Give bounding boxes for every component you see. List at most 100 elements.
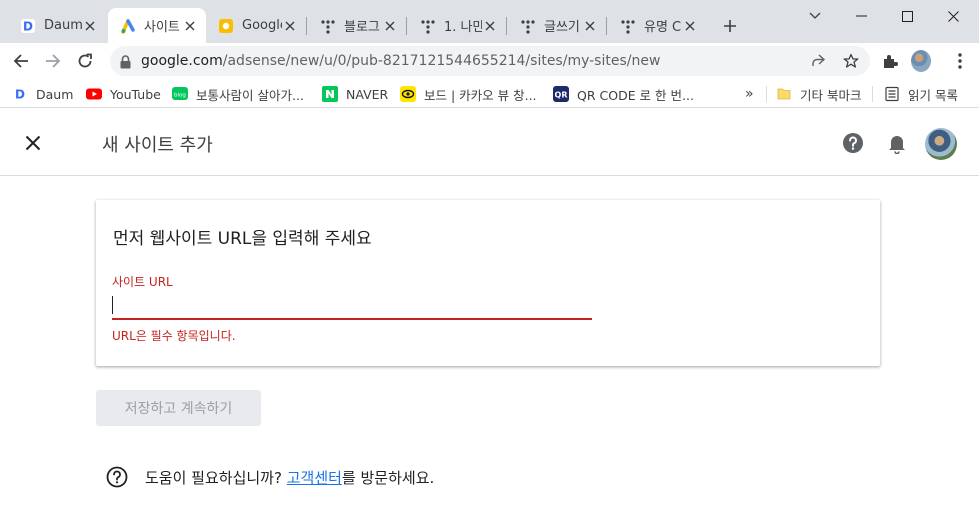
arrow-left-icon — [13, 54, 28, 68]
tab-title: 1. 나만 — [444, 20, 482, 35]
close-icon[interactable] — [282, 18, 298, 34]
save-and-continue-button[interactable]: 저장하고 계속하기 — [96, 390, 261, 426]
bookmark-label: NAVER — [346, 86, 389, 102]
close-button[interactable] — [22, 132, 44, 154]
share-icon[interactable] — [808, 51, 828, 71]
tab-google[interactable]: Google — [206, 8, 306, 43]
site-url-input[interactable] — [112, 292, 592, 320]
site-url-error: URL은 필수 항목입니다. — [112, 329, 236, 343]
site-url-card: 먼저 웹사이트 URL을 입력해 주세요 사이트 URL URL은 필수 항목입… — [96, 200, 880, 366]
close-icon[interactable] — [182, 18, 198, 34]
bookmark-youtube[interactable]: YouTube — [86, 84, 161, 104]
text-cursor — [112, 296, 113, 314]
close-icon[interactable] — [382, 18, 398, 34]
page-header: 새 사이트 추가 — [0, 110, 979, 176]
bookmarks-overflow-button[interactable]: » — [745, 84, 754, 104]
google-icon — [218, 18, 234, 34]
reload-icon — [78, 53, 92, 68]
bookmark-daum[interactable]: D Daum — [12, 84, 73, 104]
tistory-icon — [520, 18, 536, 34]
bookmark-label: YouTube — [110, 86, 161, 102]
page-title: 새 사이트 추가 — [102, 135, 213, 156]
reading-list-icon — [884, 86, 900, 102]
bell-icon — [889, 136, 905, 155]
tab-strip: D Daum 사이트 Google 블로그 — [0, 0, 979, 43]
account-avatar[interactable] — [925, 128, 957, 160]
bookmark-qr-code[interactable]: QR QR CODE 로 한 번... — [553, 84, 694, 104]
svg-text:D: D — [15, 88, 25, 102]
tab-title: 유명 C — [644, 20, 682, 35]
double-chevron-right-icon: » — [745, 86, 754, 102]
bookmark-label: 기타 북마크 — [800, 87, 862, 103]
close-icon[interactable] — [82, 18, 98, 34]
address-bar[interactable]: google.com/adsense/new/u/0/pub-821712154… — [110, 46, 870, 76]
window-close-button[interactable] — [930, 0, 976, 32]
more-vert-icon — [958, 53, 962, 69]
svg-text:D: D — [23, 19, 33, 33]
tab-title: Google — [242, 18, 282, 33]
lock-icon — [120, 54, 131, 73]
close-icon[interactable] — [682, 18, 698, 34]
site-url-label: 사이트 URL — [112, 275, 173, 289]
close-icon — [947, 10, 959, 22]
bookmark-kakao-view[interactable]: 보드 | 카카오 뷰 창... — [400, 84, 537, 104]
tab-separator — [306, 17, 307, 35]
svg-text:blog: blog — [174, 93, 186, 99]
bookmark-label: 보통사람이 살아가... — [196, 87, 304, 103]
tab-blog[interactable]: 블로그 — [308, 8, 406, 43]
tab-daum[interactable]: D Daum — [8, 8, 106, 43]
bookmark-blog[interactable]: blog 보통사람이 살아가... — [172, 84, 304, 104]
reload-button[interactable] — [72, 48, 98, 74]
tistory-icon — [420, 18, 436, 34]
profile-button[interactable] — [911, 50, 931, 72]
tab-separator — [406, 17, 407, 35]
tab-title: 사이트 — [144, 20, 180, 35]
browser-menu-button[interactable] — [950, 51, 970, 71]
close-icon[interactable] — [482, 18, 498, 34]
tab-famous[interactable]: 유명 C — [608, 8, 706, 43]
blog-icon: blog — [172, 86, 188, 102]
maximize-button[interactable] — [884, 0, 930, 32]
help-prefix: 도움이 필요하십니까? — [145, 468, 282, 487]
folder-icon — [776, 86, 792, 102]
tab-post-1[interactable]: 1. 나만 — [408, 8, 506, 43]
url-host: google.com — [141, 53, 223, 69]
help-suffix: 를 방문하세요. — [341, 468, 435, 487]
naver-icon — [322, 86, 338, 102]
back-button[interactable] — [8, 48, 34, 74]
maximize-icon — [901, 10, 913, 22]
forward-button[interactable] — [40, 48, 66, 74]
help-button[interactable] — [842, 132, 864, 154]
close-icon[interactable] — [582, 18, 598, 34]
bookmark-other-folder[interactable]: 기타 북마크 — [776, 84, 861, 104]
svg-text:QR: QR — [555, 91, 568, 100]
bookmarks-divider — [872, 86, 873, 102]
tab-title: Daum — [44, 18, 82, 33]
help-outline-icon — [106, 466, 128, 488]
tistory-icon — [320, 18, 336, 34]
bookmark-label: 읽기 목록 — [908, 87, 958, 103]
help-center-link[interactable]: 고객센터 — [287, 467, 342, 488]
bookmark-label: QR CODE 로 한 번... — [577, 87, 694, 103]
tab-title: 글쓰기 — [544, 20, 580, 35]
close-icon — [25, 135, 41, 151]
new-tab-button[interactable] — [718, 14, 742, 38]
url-path: /adsense/new/u/0/pub-8217121544655214/si… — [222, 53, 661, 69]
adsense-icon — [120, 18, 136, 34]
minimize-button[interactable] — [838, 0, 884, 32]
tab-separator — [606, 17, 607, 35]
tab-adsense-sites[interactable]: 사이트 — [108, 8, 206, 43]
bookmark-naver[interactable]: NAVER — [322, 84, 388, 104]
tab-separator — [506, 17, 507, 35]
tab-search-button[interactable] — [792, 0, 838, 32]
tab-title: 블로그 — [344, 20, 380, 35]
url-text: google.com/adsense/new/u/0/pub-821712154… — [141, 53, 660, 69]
tab-write[interactable]: 글쓰기 — [508, 8, 606, 43]
reading-list-button[interactable]: 읽기 목록 — [884, 84, 958, 104]
kakao-view-icon — [400, 86, 416, 102]
notifications-button[interactable] — [886, 132, 908, 155]
help-icon — [843, 133, 863, 153]
star-icon[interactable] — [841, 51, 861, 71]
help-footer: 도움이 필요하십니까? 고객센터 를 방문하세요. — [106, 465, 434, 489]
extensions-icon[interactable] — [880, 51, 900, 71]
